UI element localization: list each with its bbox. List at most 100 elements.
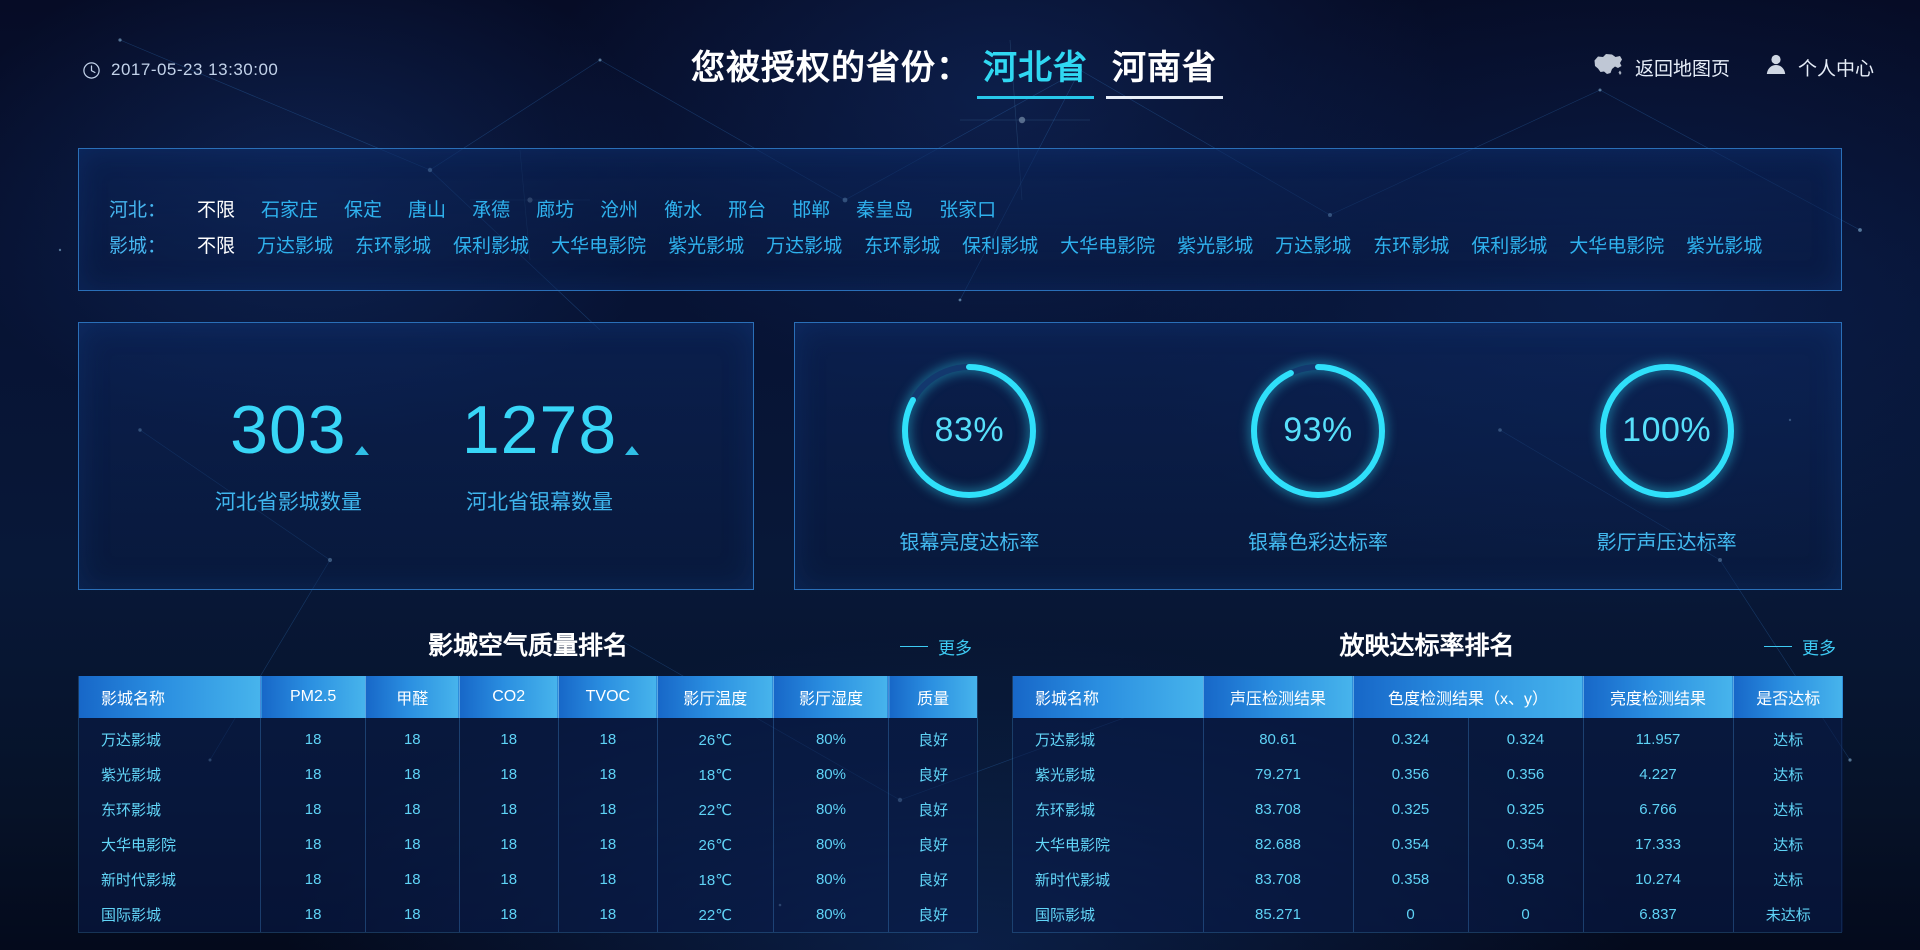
cinema-filter-item-2[interactable]: 东环影城 <box>355 236 431 257</box>
cell-r3-c2: 0.354 <box>1353 827 1469 862</box>
column-header-3[interactable]: CO2 <box>459 676 559 718</box>
cell-r0-c7: 良好 <box>888 718 977 757</box>
table-row[interactable]: 大华电影院 82.688 0.354 0.354 17.333 达标 <box>1013 827 1844 862</box>
city-filter-item-11[interactable]: 张家口 <box>939 200 996 221</box>
cell-r0-c0: 万达影城 <box>1013 718 1204 757</box>
cell-r3-c7: 良好 <box>888 827 977 862</box>
cinema-filter-item-7[interactable]: 东环影城 <box>864 236 940 257</box>
cinema-filter-item-8[interactable]: 保利影城 <box>962 236 1038 257</box>
table-row[interactable]: 紫光影城 18 18 18 18 18℃ 80% 良好 <box>79 757 977 792</box>
rate-ranking-more-link[interactable]: 更多 <box>1764 634 1836 659</box>
dashboard-root: 2017-05-23 13:30:00 您被授权的省份： 河北省 河南省 返回地图页 <box>0 0 1920 950</box>
table-row[interactable]: 大华电影院 18 18 18 18 26℃ 80% 良好 <box>79 827 977 862</box>
city-filter-item-10[interactable]: 秦皇岛 <box>856 200 913 221</box>
gauge-list: 83% 银幕亮度达标率 93% 银幕色彩达标率 100% 影厅声压达标率 <box>795 323 1841 589</box>
count-label-0: 河北省影城数量 <box>214 491 362 514</box>
cell-r2-c4: 18 <box>558 792 658 827</box>
city-filter-item-3[interactable]: 唐山 <box>408 200 446 221</box>
cell-r1-c4: 18 <box>558 757 658 792</box>
city-filter-item-8[interactable]: 邢台 <box>728 200 766 221</box>
column-header-1[interactable]: 声压检测结果 <box>1203 676 1354 718</box>
count-value-1: 1278 <box>462 396 640 464</box>
back-to-map-button[interactable]: 返回地图页 <box>1591 51 1730 83</box>
cell-r5-c5: 未达标 <box>1733 897 1844 932</box>
column-header-2[interactable]: 甲醛 <box>365 676 460 718</box>
column-header-4[interactable]: 是否达标 <box>1733 676 1844 718</box>
cell-r5-c7: 良好 <box>888 897 977 932</box>
cinema-filter-item-0[interactable]: 不限 <box>197 236 235 257</box>
city-filter-item-9[interactable]: 邯郸 <box>792 200 830 221</box>
city-filter-row: 河北： 不限 石家庄 保定 唐山 承德 廊坊 沧州 衡水 邢台 邯郸 秦皇岛 张家口 <box>109 195 1022 222</box>
user-center-button[interactable]: 个人中心 <box>1764 52 1874 82</box>
column-header-0[interactable]: 影城名称 <box>79 676 262 718</box>
air-quality-header: 影城空气质量排名 更多 <box>78 620 978 676</box>
table-row[interactable]: 东环影城 18 18 18 18 22℃ 80% 良好 <box>79 792 977 827</box>
cell-r1-c2: 0.356 <box>1353 757 1469 792</box>
province-tab-henan[interactable]: 河南省 <box>1106 40 1223 99</box>
cinema-filter-item-1[interactable]: 万达影城 <box>257 236 333 257</box>
cell-r5-c3: 18 <box>459 897 559 932</box>
back-to-map-label: 返回地图页 <box>1634 58 1730 80</box>
cell-r0-c0: 万达影城 <box>79 718 262 757</box>
dash-icon <box>1764 646 1792 647</box>
cell-r4-c2: 0.358 <box>1353 862 1469 897</box>
gauge-ring-0: 83% <box>896 358 1042 504</box>
city-filter-item-2[interactable]: 保定 <box>344 200 382 221</box>
air-quality-more-link[interactable]: 更多 <box>900 634 972 659</box>
cinema-filter-item-3[interactable]: 保利影城 <box>453 236 529 257</box>
cinema-filter-item-4[interactable]: 大华电影院 <box>551 236 646 257</box>
cinema-filter-item-12[interactable]: 东环影城 <box>1373 236 1449 257</box>
gauge-0: 83% 银幕亮度达标率 <box>896 358 1042 555</box>
cinema-filter-item-5[interactable]: 紫光影城 <box>668 236 744 257</box>
cinema-filter-items: 不限 万达影城 东环影城 保利影城 大华电影院 紫光影城 万达影城 东环影城 保利影城 大华电影院… <box>197 231 1784 258</box>
count-block-1: 1278 河北省银幕数量 <box>462 396 640 516</box>
table-row[interactable]: 万达影城 18 18 18 18 26℃ 80% 良好 <box>79 718 977 757</box>
city-filter-item-1[interactable]: 石家庄 <box>261 200 318 221</box>
gauge-ring-2: 100% <box>1594 358 1740 504</box>
cell-r2-c7: 良好 <box>888 792 977 827</box>
column-header-4[interactable]: TVOC <box>558 676 658 718</box>
user-icon <box>1764 52 1788 82</box>
table-row[interactable]: 东环影城 83.708 0.325 0.325 6.766 达标 <box>1013 792 1844 827</box>
table-row[interactable]: 国际影城 85.271 0 0 6.837 未达标 <box>1013 897 1844 932</box>
rate-ranking-body: 万达影城 80.61 0.324 0.324 11.957 达标 紫光影城 79.271 0.3… <box>1013 718 1844 932</box>
cinema-filter-item-10[interactable]: 紫光影城 <box>1177 236 1253 257</box>
cinema-filter-item-6[interactable]: 万达影城 <box>766 236 842 257</box>
cell-r0-c1: 18 <box>260 718 366 757</box>
table-row[interactable]: 新时代影城 83.708 0.358 0.358 10.274 达标 <box>1013 862 1844 897</box>
city-filter-item-0[interactable]: 不限 <box>197 200 235 221</box>
cell-r0-c5: 26℃ <box>657 718 774 757</box>
gauge-label-2: 影厅声压达标率 <box>1596 531 1737 554</box>
count-list: 303 河北省影城数量 1278 河北省银幕数量 <box>79 323 753 589</box>
cell-r5-c2: 0 <box>1353 897 1469 932</box>
table-row[interactable]: 国际影城 18 18 18 18 22℃ 80% 良好 <box>79 897 977 932</box>
cell-r5-c0: 国际影城 <box>79 897 262 932</box>
air-quality-table: 影城名称 PM2.5 甲醛 CO2 TVOC 影厅温度 影厅湿度 质量 万达影城 18 18 18 1… <box>79 676 977 932</box>
column-header-6[interactable]: 影厅湿度 <box>773 676 890 718</box>
cinema-filter-item-11[interactable]: 万达影城 <box>1275 236 1351 257</box>
column-header-2[interactable]: 色度检测结果（x、y） <box>1353 676 1584 718</box>
air-quality-section: 影城空气质量排名 更多 影城名称 PM2.5 甲醛 CO2 TVOC 影厅温度 影厅湿度 质量… <box>78 620 978 933</box>
table-row[interactable]: 紫光影城 79.271 0.356 0.356 4.227 达标 <box>1013 757 1844 792</box>
cell-r3-c2: 18 <box>365 827 460 862</box>
cell-r4-c7: 良好 <box>888 862 977 897</box>
city-filter-item-4[interactable]: 承德 <box>472 200 510 221</box>
column-header-1[interactable]: PM2.5 <box>260 676 366 718</box>
gauge-1: 93% 银幕色彩达标率 <box>1245 358 1391 555</box>
column-header-3[interactable]: 亮度检测结果 <box>1583 676 1734 718</box>
city-filter-item-5[interactable]: 廊坊 <box>536 200 574 221</box>
cinema-filter-item-9[interactable]: 大华电影院 <box>1060 236 1155 257</box>
cinema-filter-item-14[interactable]: 大华电影院 <box>1569 236 1664 257</box>
city-filter-item-7[interactable]: 衡水 <box>664 200 702 221</box>
column-header-5[interactable]: 影厅温度 <box>657 676 774 718</box>
cell-r3-c4: 18 <box>558 827 658 862</box>
cinema-filter-item-15[interactable]: 紫光影城 <box>1686 236 1762 257</box>
cinema-filter-item-13[interactable]: 保利影城 <box>1471 236 1547 257</box>
city-filter-item-6[interactable]: 沧州 <box>600 200 638 221</box>
province-tab-hebei[interactable]: 河北省 <box>977 40 1094 99</box>
table-row[interactable]: 万达影城 80.61 0.324 0.324 11.957 达标 <box>1013 718 1844 757</box>
table-row[interactable]: 新时代影城 18 18 18 18 18℃ 80% 良好 <box>79 862 977 897</box>
column-header-0[interactable]: 影城名称 <box>1013 676 1204 718</box>
rate-ranking-table: 影城名称 声压检测结果 色度检测结果（x、y） 亮度检测结果 是否达标 万达影城 80.6… <box>1013 676 1844 932</box>
column-header-7[interactable]: 质量 <box>888 676 977 718</box>
